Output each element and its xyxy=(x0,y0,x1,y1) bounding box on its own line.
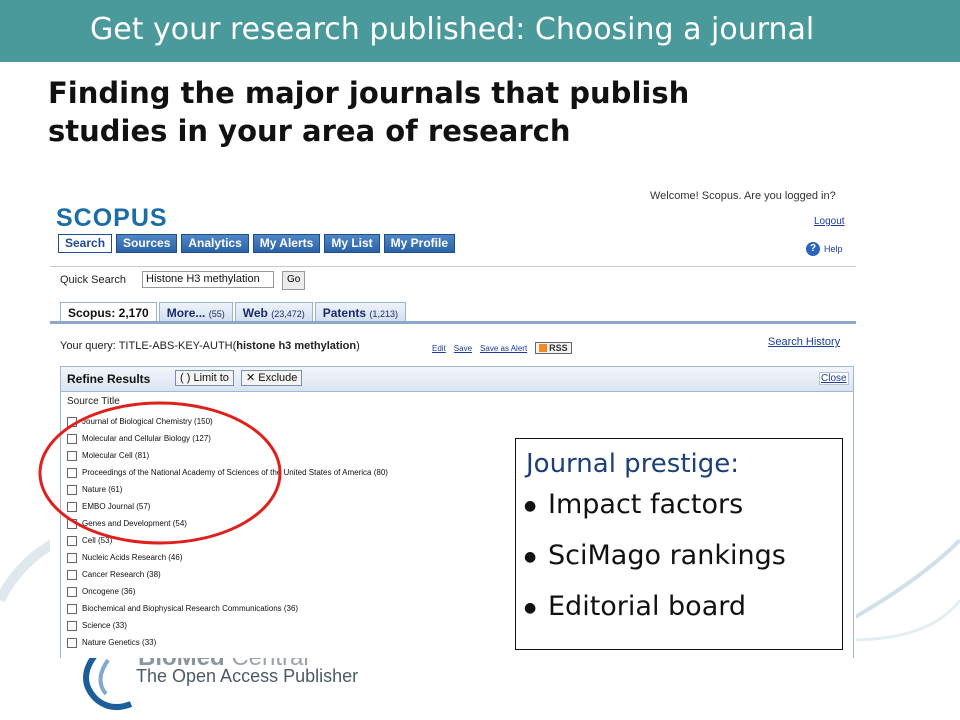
callout-item: ● Editorial board xyxy=(524,591,747,622)
main-nav: Search Sources Analytics My Alerts My Li… xyxy=(58,234,456,253)
quick-search-go-button[interactable]: Go xyxy=(282,271,306,290)
logout-link[interactable]: Logout xyxy=(814,216,845,227)
logo-tagline: The Open Access Publisher xyxy=(136,666,359,686)
bullet-icon: ● xyxy=(524,498,537,514)
source-item[interactable]: Science (33) xyxy=(67,617,388,634)
save-link[interactable]: Save xyxy=(454,344,472,353)
callout-item: ● SciMago rankings xyxy=(524,540,786,571)
quick-search-label: Quick Search xyxy=(60,274,127,286)
help-icon: ? xyxy=(806,242,820,256)
bullet-icon: ● xyxy=(524,549,537,565)
nav-sources[interactable]: Sources xyxy=(116,234,178,253)
help-label: Help xyxy=(824,244,843,254)
nav-my-list[interactable]: My List xyxy=(324,234,380,253)
nav-analytics[interactable]: Analytics xyxy=(181,234,249,253)
save-as-alert-link[interactable]: Save as Alert xyxy=(480,344,527,353)
search-history-link[interactable]: Search History xyxy=(768,336,840,348)
source-item[interactable]: Cancer Research (38) xyxy=(67,566,388,583)
checkbox[interactable] xyxy=(67,552,77,563)
source-item[interactable]: Nature Genetics (33) xyxy=(67,634,388,651)
divider xyxy=(50,266,856,267)
close-link[interactable]: Close xyxy=(819,372,849,385)
scopus-logo: SCOPUS xyxy=(56,204,168,232)
callout-list: ● Impact factors ● SciMago rankings ● Edito… xyxy=(524,489,786,642)
refine-header: Refine Results ( ) Limit to ✕ Exclude Cl… xyxy=(61,367,853,392)
journal-prestige-callout: Journal prestige: ● Impact factors ● SciMa… xyxy=(515,438,843,650)
callout-title: Journal prestige: xyxy=(526,449,740,479)
source-item[interactable]: Oncogene (36) xyxy=(67,583,388,600)
checkbox[interactable] xyxy=(67,620,77,631)
nav-my-profile[interactable]: My Profile xyxy=(383,234,456,253)
rss-button[interactable]: RSS xyxy=(535,342,572,354)
help-link[interactable]: ? Help xyxy=(806,242,843,256)
checkbox[interactable] xyxy=(67,569,77,580)
exclude-button[interactable]: ✕ Exclude xyxy=(241,370,303,386)
source-item[interactable]: Biochemical and Biophysical Research Com… xyxy=(67,600,388,617)
query-links: Edit Save Save as Alert RSS xyxy=(432,342,572,354)
highlight-circle xyxy=(38,401,282,545)
tab-underline xyxy=(50,321,856,324)
limit-to-button[interactable]: ( ) Limit to xyxy=(175,370,234,386)
nav-my-alerts[interactable]: My Alerts xyxy=(252,234,321,253)
slide-title: Get your research published: Choosing a … xyxy=(90,12,815,47)
nav-search[interactable]: Search xyxy=(58,234,113,253)
checkbox[interactable] xyxy=(67,603,77,614)
refine-title: Refine Results xyxy=(67,372,151,386)
title-banner: Get your research published: Choosing a … xyxy=(0,0,960,62)
query-text: Your query: TITLE-ABS-KEY-AUTH(histone h… xyxy=(60,340,360,352)
quick-search-input[interactable]: Histone H3 methylation xyxy=(142,271,274,288)
slide-subtitle: Finding the major journals that publish … xyxy=(48,76,690,148)
edit-link[interactable]: Edit xyxy=(432,344,446,353)
top-clipped-text: Welcome! Scopus. Are you logged in? xyxy=(650,190,836,202)
checkbox[interactable] xyxy=(67,637,77,648)
checkbox[interactable] xyxy=(67,586,77,597)
callout-item: ● Impact factors xyxy=(524,489,744,520)
bullet-icon: ● xyxy=(524,600,537,616)
